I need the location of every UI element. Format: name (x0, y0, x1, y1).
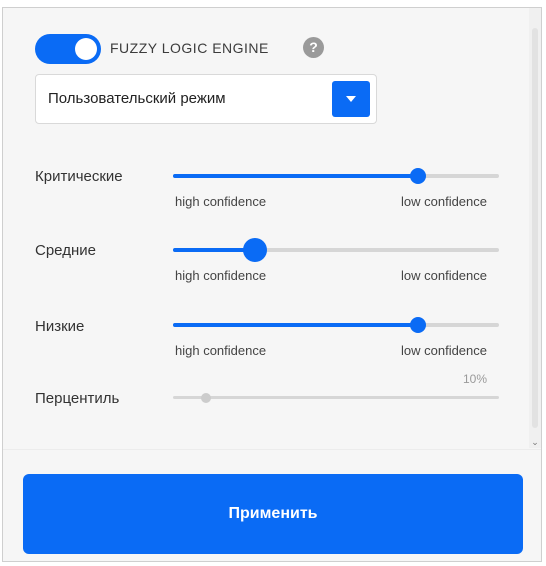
percentile-value: 10% (462, 372, 487, 386)
slider-label-critical: Критические (35, 168, 123, 185)
slider-label-medium: Средние (35, 242, 96, 259)
apply-button[interactable]: Применить (23, 474, 523, 554)
divider (3, 449, 541, 450)
percentile-label: Перцентиль (35, 390, 120, 407)
toggle-knob (75, 38, 97, 60)
engine-toggle[interactable] (35, 34, 101, 64)
slider-max-label: low confidence (401, 343, 487, 358)
slider-max-label: low confidence (401, 194, 487, 209)
mode-select-dropdown-button[interactable] (332, 81, 370, 117)
slider-min-label: high confidence (175, 194, 267, 209)
slider-thumb[interactable] (242, 238, 267, 262)
help-icon[interactable]: ? (303, 37, 324, 58)
slider-label-low: Низкие (35, 318, 85, 335)
settings-scroll-area: FUZZY LOGIC ENGINE ? Пользовательский ре… (3, 8, 531, 448)
slider-thumb[interactable] (409, 317, 426, 333)
slider-min-label: high confidence (175, 268, 267, 283)
slider-critical[interactable] (173, 168, 499, 184)
caret-down-icon (346, 96, 356, 102)
mode-select[interactable]: Пользовательский режим (35, 74, 377, 124)
slider-medium[interactable] (173, 238, 499, 262)
engine-label: FUZZY LOGIC ENGINE (110, 40, 269, 56)
slider-fill (173, 323, 418, 327)
scroll-down-icon[interactable]: ⌄ (529, 436, 541, 448)
slider-thumb[interactable] (409, 168, 426, 184)
mode-select-value: Пользовательский режим (48, 90, 226, 107)
slider-percentile[interactable] (173, 392, 499, 403)
filter-panel: FUZZY LOGIC ENGINE ? Пользовательский ре… (2, 7, 542, 562)
slider-low[interactable] (173, 317, 499, 333)
slider-max-label: low confidence (401, 268, 487, 283)
slider-fill (173, 174, 418, 178)
scrollbar-thumb[interactable] (532, 28, 538, 428)
slider-min-label: high confidence (175, 343, 267, 358)
vertical-scrollbar[interactable]: ⌄ (529, 8, 541, 448)
slider-thumb[interactable] (200, 392, 211, 403)
